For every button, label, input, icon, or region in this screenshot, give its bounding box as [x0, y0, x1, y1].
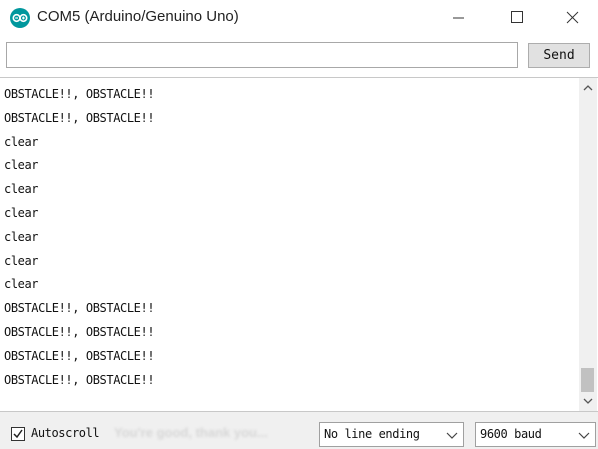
- autoscroll-label: Autoscroll: [31, 426, 100, 440]
- output-line: OBSTACLE!!, OBSTACLE!!: [4, 372, 155, 387]
- close-icon: [566, 11, 579, 24]
- autoscroll-checkbox[interactable]: [11, 427, 25, 441]
- minimize-icon: [453, 17, 464, 19]
- output-line: clear: [4, 229, 39, 244]
- chevron-down-icon: [578, 432, 590, 439]
- output-line: OBSTACLE!!, OBSTACLE!!: [4, 324, 155, 339]
- output-line: clear: [4, 205, 39, 220]
- output-line: clear: [4, 158, 39, 173]
- baud-rate-select[interactable]: 9600 baud: [475, 422, 596, 447]
- output-line: OBSTACLE!!, OBSTACLE!!: [4, 348, 155, 363]
- scroll-thumb[interactable]: [581, 368, 594, 392]
- vertical-scrollbar[interactable]: [579, 78, 597, 411]
- maximize-icon: [511, 11, 523, 23]
- output-line: clear: [4, 277, 39, 292]
- scroll-up-button[interactable]: [579, 80, 597, 97]
- send-button[interactable]: Send: [528, 43, 590, 68]
- serial-output-text[interactable]: OBSTACLE!!, OBSTACLE!! OBSTACLE!!, OBSTAC…: [4, 82, 574, 402]
- scroll-down-button[interactable]: [579, 392, 597, 409]
- output-line: OBSTACLE!!, OBSTACLE!!: [4, 110, 155, 125]
- close-button[interactable]: [550, 0, 596, 36]
- line-ending-value: No line ending: [324, 427, 420, 441]
- chevron-down-icon: [446, 432, 458, 439]
- serial-monitor-window: COM5 (Arduino/Genuino Uno) Send OBSTACLE…: [0, 0, 598, 449]
- serial-input[interactable]: [6, 42, 518, 68]
- output-line: clear: [4, 182, 39, 197]
- window-title: COM5 (Arduino/Genuino Uno): [37, 8, 239, 25]
- chevron-down-icon: [583, 398, 593, 404]
- title-bar[interactable]: COM5 (Arduino/Genuino Uno): [0, 0, 598, 36]
- maximize-button[interactable]: [492, 0, 538, 36]
- serial-output-panel[interactable]: OBSTACLE!!, OBSTACLE!! OBSTACLE!!, OBSTAC…: [0, 77, 598, 412]
- output-line: clear: [4, 253, 39, 268]
- output-line: OBSTACLE!!, OBSTACLE!!: [4, 301, 155, 316]
- output-line: clear: [4, 134, 39, 149]
- arduino-logo-icon: [10, 8, 30, 28]
- output-line: OBSTACLE!!, OBSTACLE!!: [4, 87, 155, 101]
- checkmark-icon: [13, 429, 23, 439]
- watermark-text: You're good, thank you...: [114, 425, 268, 440]
- minimize-button[interactable]: [437, 0, 483, 36]
- status-bar: Autoscroll You're good, thank you... No …: [0, 412, 598, 449]
- baud-rate-value: 9600 baud: [480, 427, 542, 441]
- chevron-up-icon: [583, 85, 593, 91]
- send-row: Send: [0, 36, 598, 76]
- line-ending-select[interactable]: No line ending: [319, 422, 464, 447]
